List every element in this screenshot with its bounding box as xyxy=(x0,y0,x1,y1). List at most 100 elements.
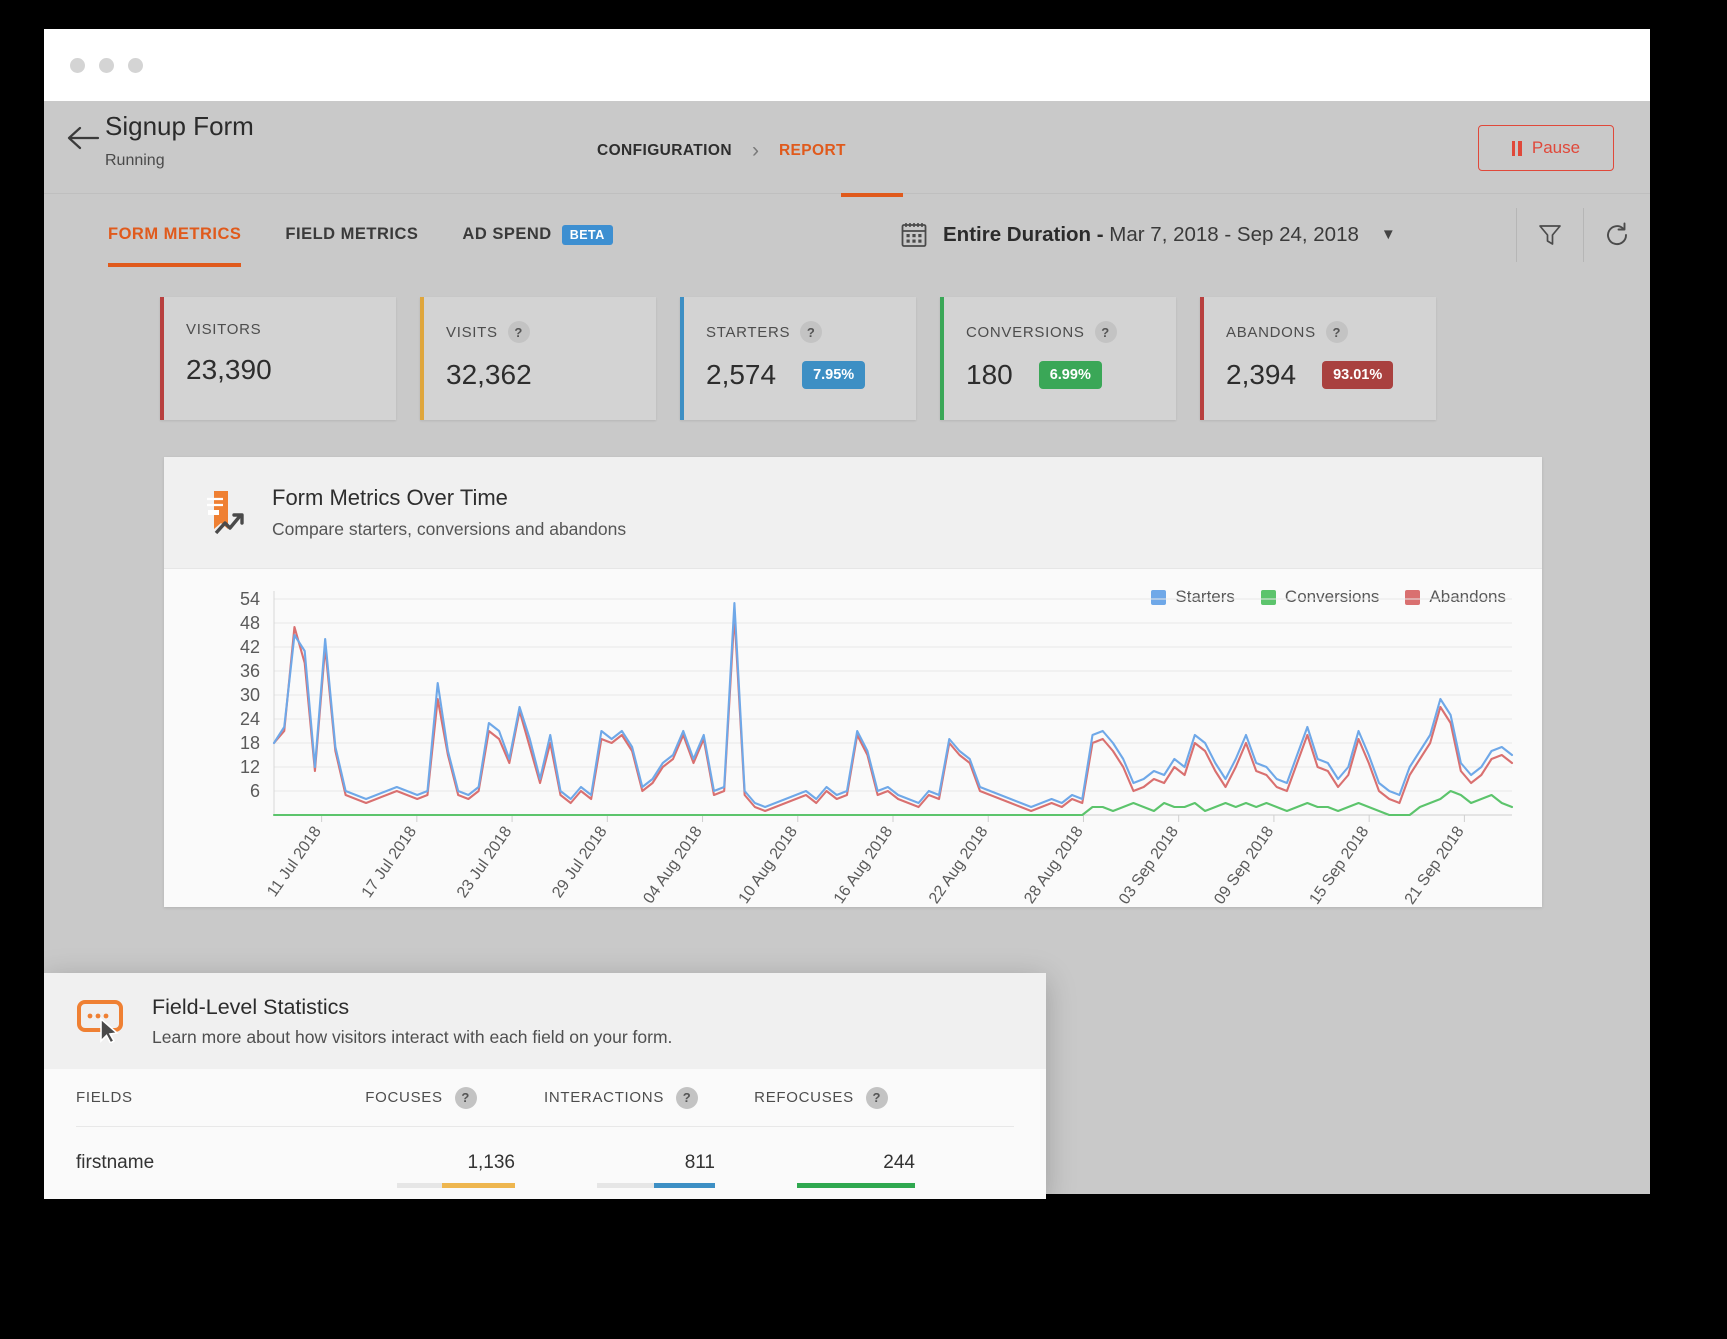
metrics-tabbar: FORM METRICS FIELD METRICS AD SPEND BETA xyxy=(44,193,1650,275)
cell-focuses: 1,136 xyxy=(321,1152,521,1174)
series-line-starters xyxy=(274,603,1512,807)
y-axis-tick: 48 xyxy=(240,613,260,633)
kpi-label-text: STARTERS xyxy=(706,324,790,341)
pause-button[interactable]: Pause xyxy=(1478,125,1614,171)
x-axis-tick: 04 Aug 2018 xyxy=(640,823,706,906)
refresh-icon[interactable] xyxy=(1584,221,1650,249)
focuses-bar-fill xyxy=(442,1183,515,1188)
window-minimize-dot[interactable] xyxy=(99,58,114,73)
kpi-label: VISITORS xyxy=(186,321,396,338)
column-header-fields: FIELDS xyxy=(76,1089,321,1106)
column-header-interactions: INTERACTIONS? xyxy=(521,1087,721,1109)
cell-focuses-value: 1,136 xyxy=(467,1152,515,1173)
cell-refocuses-value: 244 xyxy=(883,1152,915,1173)
x-axis-tick: 03 Sep 2018 xyxy=(1116,823,1182,907)
pause-button-label: Pause xyxy=(1532,138,1580,158)
y-axis-tick: 36 xyxy=(240,661,260,681)
y-axis-tick: 18 xyxy=(240,733,260,753)
breadcrumb-separator: › xyxy=(752,139,759,163)
field-stats-header: Field-Level Statistics Learn more about … xyxy=(44,973,1046,1069)
help-icon[interactable]: ? xyxy=(455,1087,477,1109)
kpi-percent-badge: 7.95% xyxy=(802,361,865,389)
kpi-label: CONVERSIONS? xyxy=(966,321,1176,343)
cell-interactions: 811 xyxy=(521,1152,721,1174)
kpi-card-conversions: CONVERSIONS?1806.99% xyxy=(940,297,1176,420)
field-stats-subtitle: Learn more about how visitors interact w… xyxy=(152,1027,672,1048)
x-axis-tick: 28 Aug 2018 xyxy=(1021,823,1087,906)
arrow-left-icon[interactable] xyxy=(67,125,101,151)
tab-field-metrics-label: FIELD METRICS xyxy=(285,225,418,244)
kpi-card-visitors: VISITORS23,390 xyxy=(160,297,396,420)
date-range-selector[interactable]: Entire Duration - Mar 7, 2018 - Sep 24, … xyxy=(899,194,1396,275)
kpi-card-abandons: ABANDONS? 2,394 93.01% xyxy=(1200,297,1436,420)
chevron-down-icon[interactable]: ▼ xyxy=(1381,226,1396,243)
report-chart-icon xyxy=(194,485,250,541)
focuses-bar-track xyxy=(397,1183,515,1188)
help-icon[interactable]: ? xyxy=(676,1087,698,1109)
form-metrics-card: Form Metrics Over Time Compare starters,… xyxy=(164,457,1542,907)
help-icon[interactable]: ? xyxy=(866,1087,888,1109)
tab-form-metrics-label: FORM METRICS xyxy=(108,225,241,244)
kpi-label-text: CONVERSIONS xyxy=(966,324,1085,341)
x-axis-tick: 09 Sep 2018 xyxy=(1211,823,1277,907)
interactions-bar-track xyxy=(597,1183,715,1188)
cell-field-name: firstname xyxy=(76,1152,321,1174)
kpi-value-row: 2,574 7.95% xyxy=(706,359,916,391)
pause-icon xyxy=(1512,141,1522,156)
kpi-label-text: VISITS xyxy=(446,324,498,341)
toolbar-icons xyxy=(1516,208,1650,262)
tab-list: FORM METRICS FIELD METRICS AD SPEND BETA xyxy=(44,194,613,275)
breadcrumb-configuration[interactable]: CONFIGURATION xyxy=(597,142,732,160)
x-axis-tick: 15 Sep 2018 xyxy=(1306,823,1372,907)
date-range-value: Mar 7, 2018 - Sep 24, 2018 xyxy=(1104,223,1359,246)
help-icon[interactable]: ? xyxy=(1095,321,1117,343)
kpi-value: 2,574 xyxy=(706,359,776,391)
kpi-strip: VISITORS23,390 VISITS? 32,362 STARTERS? 2,57… xyxy=(44,275,1650,420)
kpi-value: 2,394 xyxy=(1226,359,1296,391)
page-title: Signup Form xyxy=(105,109,254,143)
kpi-card-visits: VISITS? 32,362 xyxy=(420,297,656,420)
tab-ad-spend-label: AD SPEND xyxy=(462,225,551,244)
field-stats-table: FIELDSFOCUSES?INTERACTIONS?REFOCUSES? fi… xyxy=(44,1069,1046,1199)
y-axis-tick: 42 xyxy=(240,637,260,657)
filter-icon[interactable] xyxy=(1517,222,1583,248)
help-icon[interactable]: ? xyxy=(800,321,822,343)
y-axis-tick: 6 xyxy=(250,781,260,801)
date-range-prefix: Entire Duration - xyxy=(943,223,1104,246)
x-axis-tick: 11 Jul 2018 xyxy=(264,823,325,900)
kpi-value-row: 32,362 xyxy=(446,359,656,391)
x-axis-tick: 23 Jul 2018 xyxy=(454,823,515,901)
x-axis-tick: 29 Jul 2018 xyxy=(549,823,610,901)
kpi-label: STARTERS? xyxy=(706,321,916,343)
refocuses-bar-track xyxy=(797,1183,915,1188)
help-icon[interactable]: ? xyxy=(1326,321,1348,343)
chart-card-header: Form Metrics Over Time Compare starters,… xyxy=(164,457,1542,569)
help-icon[interactable]: ? xyxy=(508,321,530,343)
kpi-label: ABANDONS? xyxy=(1226,321,1436,343)
chart-subtitle: Compare starters, conversions and abando… xyxy=(272,519,626,540)
refocuses-bar-fill xyxy=(797,1183,915,1188)
x-axis-tick: 22 Aug 2018 xyxy=(926,823,992,906)
tab-ad-spend[interactable]: AD SPEND BETA xyxy=(462,194,612,275)
breadcrumb: CONFIGURATION › REPORT xyxy=(597,139,846,163)
kpi-value: 180 xyxy=(966,359,1013,391)
table-row[interactable]: firstname 1,136 811 244 xyxy=(76,1127,1014,1199)
app-header: Signup Form Running CONFIGURATION › REPO… xyxy=(44,101,1650,193)
series-line-abandons xyxy=(274,615,1512,811)
window-close-dot[interactable] xyxy=(70,58,85,73)
x-axis-tick: 16 Aug 2018 xyxy=(831,823,897,906)
window-titlebar xyxy=(44,29,1650,101)
kpi-percent-badge: 93.01% xyxy=(1322,361,1393,389)
breadcrumb-report[interactable]: REPORT xyxy=(779,142,846,160)
beta-badge: BETA xyxy=(562,225,613,245)
cell-interactions-value: 811 xyxy=(685,1152,715,1173)
tab-field-metrics[interactable]: FIELD METRICS xyxy=(285,194,418,275)
window-maximize-dot[interactable] xyxy=(128,58,143,73)
kpi-label-text: VISITORS xyxy=(186,321,261,338)
y-axis-tick: 12 xyxy=(240,757,260,777)
kpi-value-row: 2,394 93.01% xyxy=(1226,359,1436,391)
kpi-label: VISITS? xyxy=(446,321,656,343)
field-level-statistics-panel: Field-Level Statistics Learn more about … xyxy=(44,973,1046,1199)
tab-form-metrics[interactable]: FORM METRICS xyxy=(108,194,241,275)
calendar-icon xyxy=(899,220,929,250)
